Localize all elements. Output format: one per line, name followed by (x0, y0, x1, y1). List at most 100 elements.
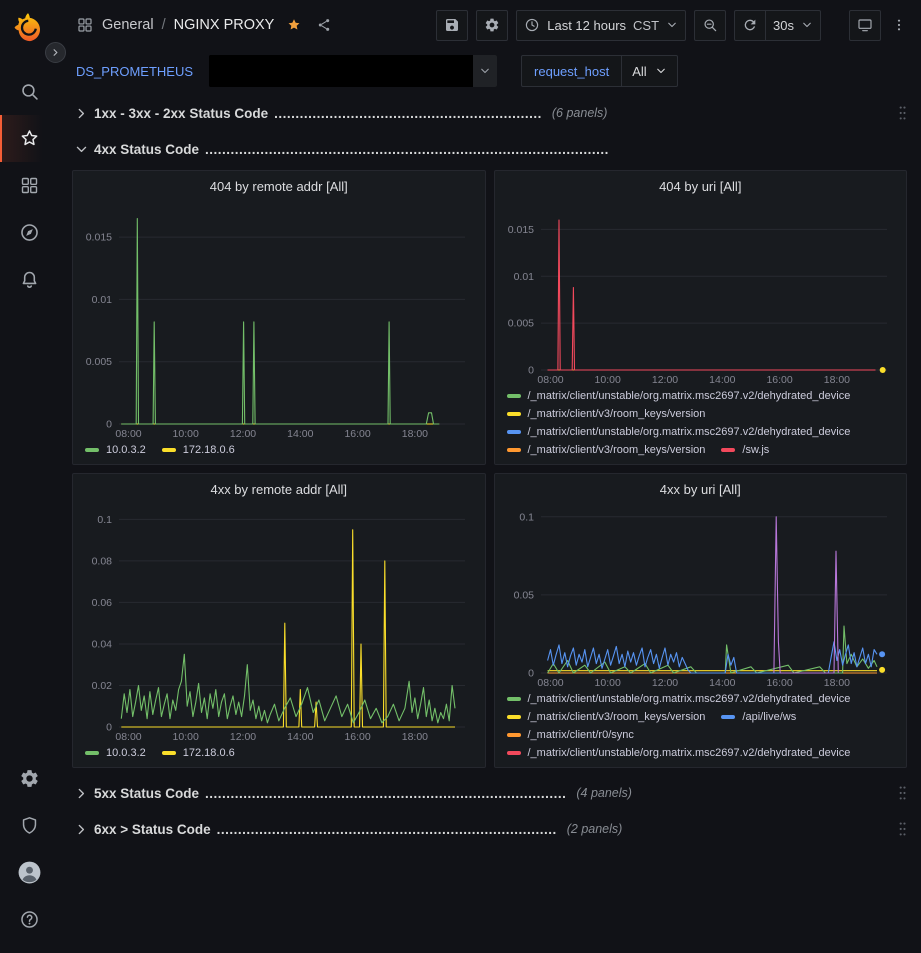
legend-item[interactable]: /_matrix/client/unstable/org.matrix.msc2… (507, 746, 851, 760)
legend-swatch (507, 751, 521, 755)
row-title: 5xx Status Code (94, 786, 199, 801)
legend-item[interactable]: /_matrix/client/unstable/org.matrix.msc2… (507, 692, 851, 706)
legend-item[interactable]: /_matrix/client/unstable/org.matrix.msc2… (507, 425, 851, 439)
legend-item[interactable]: /_matrix/client/v3/room_keys/version (507, 407, 706, 421)
zoom-out-button[interactable] (694, 10, 726, 41)
share-icon[interactable] (316, 17, 332, 33)
legend: 10.0.3.2 172.18.0.6 (83, 743, 475, 761)
compass-icon (19, 222, 40, 243)
legend-swatch (507, 733, 521, 737)
legend-item[interactable]: /sw.js (721, 443, 769, 457)
svg-text:0: 0 (106, 722, 112, 734)
legend-item[interactable]: /_matrix/client/v3/room_keys/version (507, 710, 706, 724)
request-host-variable-label[interactable]: request_host (521, 55, 622, 87)
legend-item[interactable]: /_matrix/client/unstable/org.matrix.msc2… (507, 389, 851, 403)
legend-label: /_matrix/client/unstable/org.matrix.msc2… (528, 389, 851, 403)
grafana-logo[interactable] (11, 10, 45, 44)
row-dots: ........................................… (274, 106, 542, 121)
panel-title[interactable]: 4xx by remote addr [All] (83, 479, 475, 501)
datasource-select[interactable] (209, 55, 497, 87)
kebab-menu-button[interactable] (891, 13, 907, 37)
request-host-select[interactable]: All (622, 55, 677, 87)
svg-text:0.005: 0.005 (507, 318, 533, 330)
row-header-4xx[interactable]: 4xx Status Code ........................… (72, 134, 907, 164)
row-header-6xx[interactable]: 6xx > Status Code ......................… (72, 814, 907, 844)
legend-label: 172.18.0.6 (183, 746, 235, 760)
legend-label: /api/live/ws (742, 710, 796, 724)
chart-404-by-remote-addr[interactable]: 00.0050.010.01508:0010:0012:0014:0016:00… (83, 198, 475, 440)
sidebar-item-user-profile[interactable] (0, 849, 56, 896)
main-area: General / NGINX PROXY Last 12 hours CST (56, 0, 921, 953)
dashboard-canvas: 1xx - 3xx - 2xx Status Code ............… (56, 92, 921, 953)
shield-icon (19, 815, 40, 836)
breadcrumb-folder[interactable]: General (102, 17, 154, 33)
svg-text:0.015: 0.015 (507, 224, 533, 236)
row-dots: ........................................… (205, 142, 609, 157)
legend-item[interactable]: 172.18.0.6 (162, 746, 235, 760)
row-drag-handle[interactable] (898, 784, 907, 802)
sidebar-item-explore[interactable] (0, 209, 56, 256)
svg-text:08:00: 08:00 (537, 374, 563, 386)
svg-text:0.1: 0.1 (97, 514, 112, 526)
chart-4xx-by-remote-addr[interactable]: 00.020.040.060.080.108:0010:0012:0014:00… (83, 501, 475, 743)
svg-text:0: 0 (528, 365, 534, 377)
svg-text:16:00: 16:00 (766, 374, 792, 386)
refresh-button-group: 30s (734, 10, 821, 41)
star-icon (19, 128, 40, 149)
legend-item[interactable]: 172.18.0.6 (162, 443, 235, 457)
panel-title[interactable]: 4xx by uri [All] (505, 479, 897, 501)
sidebar-item-help[interactable] (0, 896, 56, 943)
time-range-picker[interactable]: Last 12 hours CST (516, 10, 686, 41)
sidebar-item-dashboards[interactable] (0, 162, 56, 209)
chart-4xx-by-uri[interactable]: 00.050.108:0010:0012:0014:0016:0018:00 (505, 501, 897, 689)
panel-title[interactable]: 404 by remote addr [All] (83, 176, 475, 198)
panels-grid: 404 by remote addr [All] 0 0.005 0.01 0.015… (72, 170, 907, 768)
sidebar-expand-button[interactable] (45, 42, 66, 63)
legend-swatch (85, 751, 99, 755)
legend-label: /_matrix/client/unstable/org.matrix.msc2… (528, 692, 851, 706)
legend-label: /_matrix/client/unstable/org.matrix.msc2… (528, 746, 851, 760)
chevron-down-icon (473, 55, 497, 87)
kebab-icon (891, 17, 907, 33)
sidebar-item-search[interactable] (0, 68, 56, 115)
panel-title[interactable]: 404 by uri [All] (505, 176, 897, 198)
legend-item[interactable]: /_matrix/client/v3/room_keys/version (507, 443, 706, 457)
sidebar-item-starred[interactable] (0, 115, 56, 162)
svg-text:0.04: 0.04 (92, 639, 113, 651)
save-dashboard-button[interactable] (436, 10, 468, 41)
row-title: 6xx > Status Code (94, 822, 211, 837)
sidebar-item-configuration[interactable] (0, 755, 56, 802)
favorite-star-icon[interactable] (286, 17, 302, 33)
sidebar-top-nav (0, 68, 56, 303)
legend-item[interactable]: /api/live/ws (721, 710, 796, 724)
time-range-label: Last 12 hours (547, 18, 626, 33)
datasource-variable-label: DS_PROMETHEUS (76, 64, 193, 79)
tv-mode-button[interactable] (849, 10, 881, 41)
dashboard-settings-button[interactable] (476, 10, 508, 41)
svg-text:0.005: 0.005 (86, 356, 112, 368)
row-panel-count: (2 panels) (567, 822, 623, 836)
row-drag-handle[interactable] (898, 820, 907, 838)
row-drag-handle[interactable] (898, 104, 907, 122)
refresh-icon (742, 17, 758, 33)
legend-item[interactable]: 10.0.3.2 (85, 746, 146, 760)
svg-text:16:00: 16:00 (766, 677, 792, 689)
sidebar-item-alerting[interactable] (0, 256, 56, 303)
row-panel-count: (4 panels) (576, 786, 632, 800)
legend-swatch (162, 448, 176, 452)
legend-item[interactable]: 10.0.3.2 (85, 443, 146, 457)
chart-404-by-uri[interactable]: 00.0050.010.01508:0010:0012:0014:0016:00… (505, 198, 897, 386)
row-header-1xx-3xx-2xx[interactable]: 1xx - 3xx - 2xx Status Code ............… (72, 98, 907, 128)
legend-item[interactable]: /_matrix/client/r0/sync (507, 728, 634, 742)
refresh-button[interactable] (734, 10, 766, 41)
row-header-5xx[interactable]: 5xx Status Code ........................… (72, 778, 907, 808)
datasource-value (209, 55, 473, 87)
refresh-interval-picker[interactable]: 30s (766, 10, 821, 41)
panel-404-by-uri: 404 by uri [All] 00.0050.010.01508:0010:… (494, 170, 908, 465)
sidebar-item-server-admin[interactable] (0, 802, 56, 849)
svg-text:14:00: 14:00 (709, 677, 735, 689)
svg-text:10:00: 10:00 (173, 731, 199, 743)
legend-swatch (507, 430, 521, 434)
svg-text:0.01: 0.01 (92, 294, 113, 306)
avatar-icon (17, 860, 42, 885)
